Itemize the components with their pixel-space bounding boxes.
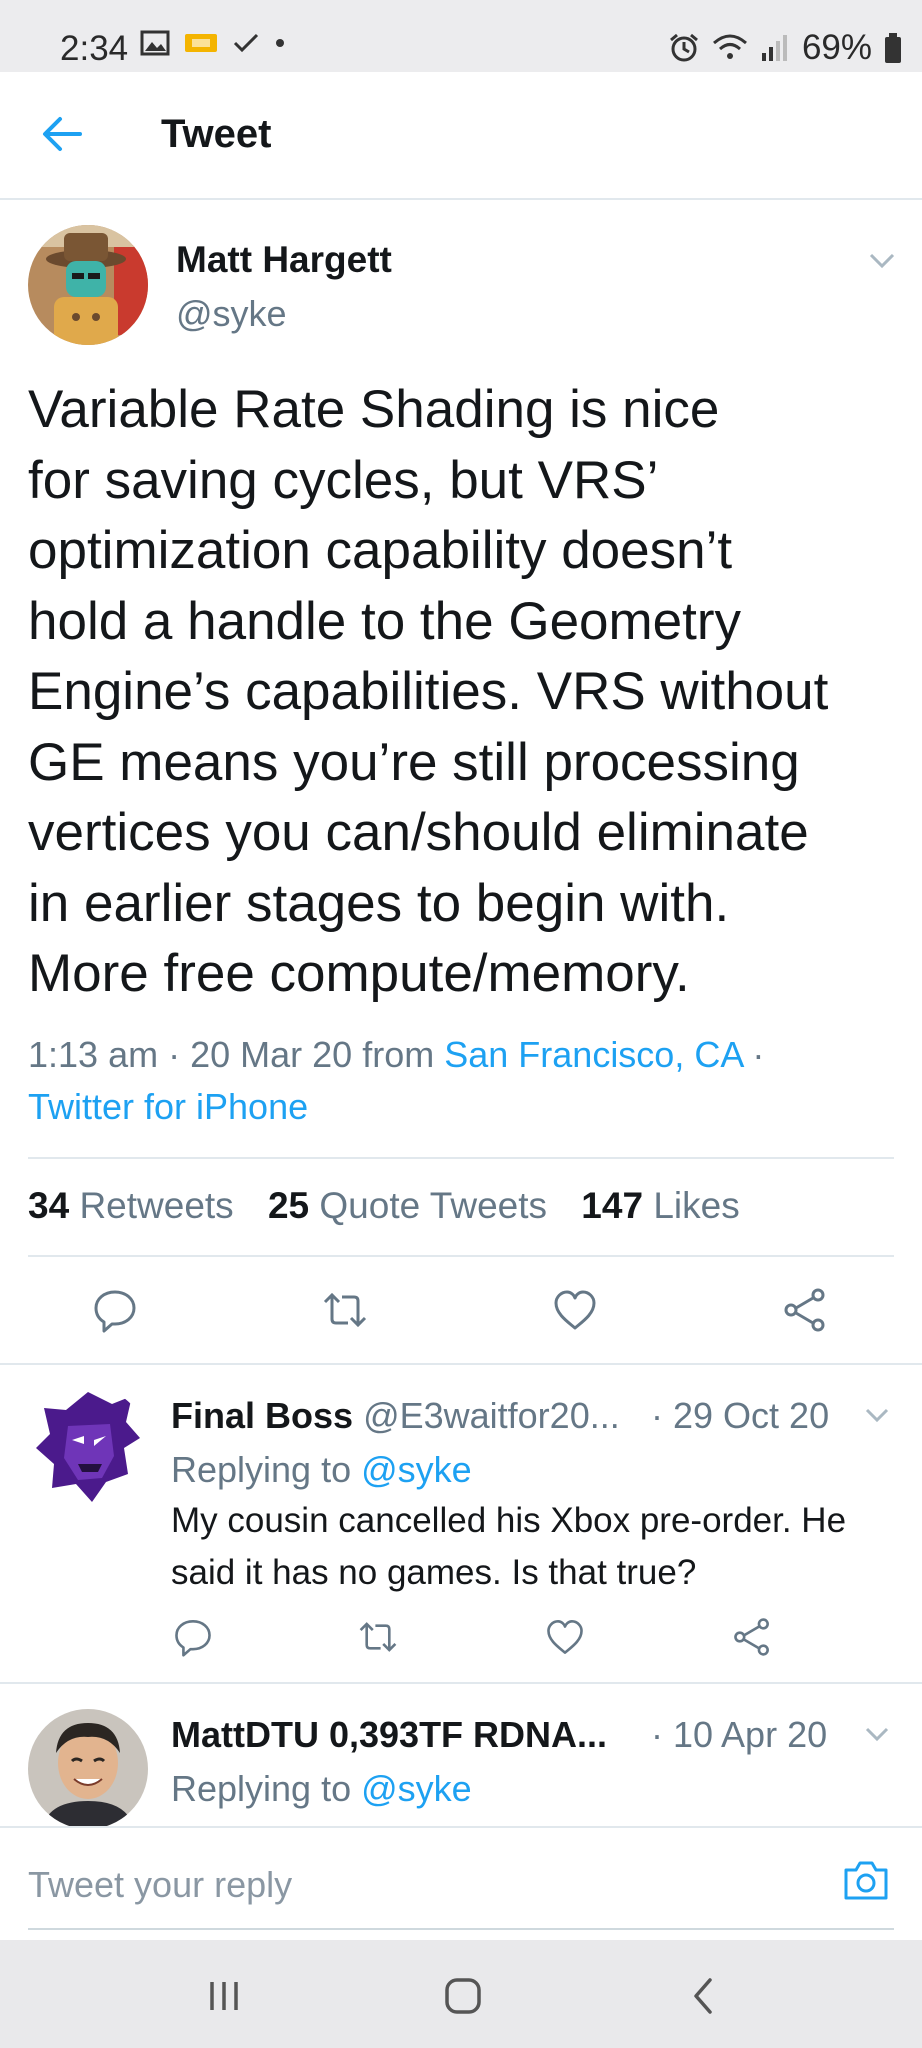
signal-icon: [761, 35, 787, 61]
retweets-label[interactable]: Retweets: [79, 1185, 233, 1226]
reply-date: · 29 Oct 20: [651, 1395, 830, 1436]
tweet-location-link[interactable]: San Francisco, CA: [444, 1034, 742, 1075]
check-notification-icon: [233, 33, 259, 53]
tweet-stats: 34 Retweets 25 Quote Tweets 147 Likes: [28, 1185, 740, 1227]
replying-to-handle[interactable]: @syke: [361, 1768, 472, 1809]
reply-header: Final Boss @E3waitfor20...: [171, 1395, 620, 1437]
avatar[interactable]: [28, 1386, 148, 1506]
avatar[interactable]: [28, 1709, 148, 1826]
back-icon[interactable]: [682, 1974, 726, 2018]
share-icon[interactable]: [732, 1617, 772, 1657]
chevron-down-icon[interactable]: [864, 1726, 890, 1744]
avatar-image: [28, 1386, 148, 1506]
reply-author-handle[interactable]: @E3waitfor20...: [363, 1395, 620, 1436]
author-name[interactable]: Matt Hargett: [176, 239, 392, 281]
reply-date: · 10 Apr 20: [651, 1714, 828, 1755]
reply-text: My cousin cancelled his Xbox pre-order. …: [171, 1501, 847, 1592]
tweet-text: Variable Rate Shading is nice for saving…: [28, 380, 829, 1003]
likes-count[interactable]: 147: [581, 1185, 643, 1226]
reply-actions: [0, 1617, 922, 1661]
more-notifications-dot-icon: [276, 39, 284, 47]
divider: [28, 1157, 894, 1159]
page-title: Tweet: [161, 112, 272, 156]
reply-icon[interactable]: [173, 1617, 213, 1657]
share-icon[interactable]: [782, 1287, 828, 1333]
retweet-icon[interactable]: [358, 1617, 398, 1657]
meta-separator: ·: [168, 1034, 181, 1075]
reply-input-underline: [28, 1928, 894, 1930]
like-icon[interactable]: [552, 1287, 598, 1333]
replying-to-handle[interactable]: @syke: [361, 1449, 472, 1490]
reply-tweet[interactable]: MattDTU 0,393TF RDNA... · 10 Apr 20 Repl…: [0, 1684, 922, 1826]
quotes-count[interactable]: 25: [268, 1185, 309, 1226]
avatar[interactable]: [28, 225, 148, 345]
battery-percentage: 69%: [801, 28, 872, 67]
quotes-label[interactable]: Quote Tweets: [319, 1185, 547, 1226]
author-handle[interactable]: @syke: [176, 293, 287, 335]
reply-header: MattDTU 0,393TF RDNA...: [171, 1714, 607, 1756]
camera-icon[interactable]: [842, 1858, 890, 1902]
tweet-client-link[interactable]: Twitter for iPhone: [28, 1086, 308, 1127]
tweet-date: 20 Mar 20: [190, 1034, 353, 1075]
from-label: from: [362, 1034, 435, 1075]
gallery-notification-icon: [140, 30, 170, 56]
reply-tweet[interactable]: Final Boss @E3waitfor20... · 29 Oct 20 R…: [0, 1365, 922, 1681]
replying-to: Replying to @syke: [171, 1449, 472, 1491]
chevron-down-icon[interactable]: [868, 251, 896, 271]
replying-to-label: Replying to: [171, 1449, 352, 1490]
divider: [28, 1255, 894, 1257]
tweet-actions: [0, 1287, 922, 1347]
status-time: 2:34: [60, 29, 129, 68]
ticket-notification-icon: [185, 34, 217, 52]
back-arrow-icon[interactable]: [40, 112, 84, 156]
avatar-image: [28, 1709, 148, 1826]
replying-to: Replying to @syke: [171, 1768, 472, 1810]
reply-author-name[interactable]: MattDTU 0,393TF RDNA...: [171, 1714, 607, 1755]
wifi-icon: [712, 34, 747, 59]
battery-icon: [885, 33, 901, 63]
tweet-time: 1:13 am: [28, 1034, 159, 1075]
likes-label[interactable]: Likes: [653, 1185, 739, 1226]
retweets-count[interactable]: 34: [28, 1185, 69, 1226]
system-navigation-bar: [0, 1940, 922, 2048]
like-icon[interactable]: [545, 1617, 585, 1657]
reply-author-name[interactable]: Final Boss: [171, 1395, 353, 1436]
alarm-icon: [669, 33, 698, 62]
reply-composer: Tweet your reply: [0, 1826, 922, 1942]
chevron-down-icon[interactable]: [864, 1407, 890, 1425]
top-app-bar: Tweet: [0, 72, 922, 200]
replying-to-label: Replying to: [171, 1768, 352, 1809]
status-bar: 2:34 69%: [0, 0, 922, 72]
reply-icon[interactable]: [92, 1287, 138, 1333]
retweet-icon[interactable]: [322, 1287, 368, 1333]
home-icon[interactable]: [441, 1974, 485, 2018]
recent-apps-icon[interactable]: [202, 1974, 246, 2018]
tweet-meta: 1:13 am · 20 Mar 20 from San Francisco, …: [28, 1029, 888, 1133]
avatar-image: [28, 225, 148, 345]
reply-input[interactable]: Tweet your reply: [28, 1864, 292, 1906]
meta-separator: ·: [752, 1034, 765, 1075]
